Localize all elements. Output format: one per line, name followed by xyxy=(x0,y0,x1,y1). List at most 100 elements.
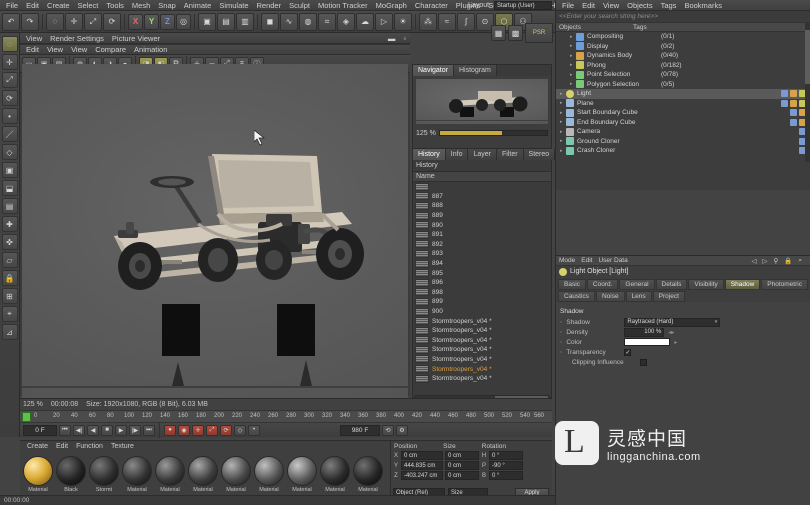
object-row-crash-cloner[interactable]: ▸ Crash Cloner xyxy=(556,146,810,156)
world-coordinate-icon[interactable]: ◎ xyxy=(176,13,191,30)
size-x-field[interactable]: 0 cm xyxy=(445,451,479,460)
play-button[interactable]: ▶ xyxy=(115,424,127,436)
tag-icon[interactable] xyxy=(790,90,797,98)
tab-navigator[interactable]: Navigator xyxy=(413,65,454,76)
render-region-icon[interactable]: ▤ xyxy=(217,12,235,31)
object-manager-scrollbar[interactable] xyxy=(805,22,810,162)
material-item[interactable]: Material xyxy=(254,456,284,493)
viewport-menu-picture-viewer[interactable]: Picture Viewer xyxy=(108,34,164,43)
current-frame-marker[interactable] xyxy=(22,412,31,422)
history-list[interactable]: 887 888 889 890 891 892 893 894 895 896 … xyxy=(413,182,551,394)
timeline-settings-button[interactable]: ⚙ xyxy=(396,424,408,436)
texture-mode-icon[interactable]: ▤ xyxy=(1,198,18,214)
history-row[interactable]: Stormtroopers_v04 * xyxy=(415,374,551,384)
menu-item[interactable]: Character xyxy=(411,0,452,11)
object-manager-list[interactable]: ▸ Compositing (0/1) ▸ Display (0/2) ▸ Dy… xyxy=(556,32,810,190)
navigator-thumbnail[interactable] xyxy=(416,79,548,124)
lock-x-axis-button[interactable]: X xyxy=(128,13,143,30)
material-item[interactable]: Material xyxy=(320,456,350,493)
live-select-icon[interactable]: ◌ xyxy=(46,12,64,31)
material-item[interactable]: Material xyxy=(155,456,185,493)
history-row[interactable]: 898 xyxy=(415,288,551,298)
viewport-menu-render-settings[interactable]: Render Settings xyxy=(46,34,108,43)
history-row[interactable]: Stormtroopers_v04 * xyxy=(415,336,551,346)
tab-noise[interactable]: Noise xyxy=(595,291,625,302)
axis-mode-icon[interactable]: ✚ xyxy=(1,216,18,232)
record-button[interactable]: ● xyxy=(164,424,176,436)
pv-menu-file[interactable]: Edit xyxy=(22,45,43,54)
rotation-p-field[interactable]: -90 ° xyxy=(489,461,523,470)
object-row[interactable]: ▸ Display (0/2) xyxy=(556,42,810,52)
history-row[interactable]: 892 xyxy=(415,240,551,250)
rotation-h-field[interactable]: 0 ° xyxy=(489,451,523,460)
om-menu-edit[interactable]: Edit xyxy=(578,1,599,10)
tab-info[interactable]: Info xyxy=(445,149,469,160)
attr-menu-user-data[interactable]: User Data xyxy=(598,257,627,264)
material-item[interactable]: Material xyxy=(221,456,251,493)
history-row-selected[interactable]: Stormtroopers_v04 * xyxy=(415,364,551,374)
size-y-field[interactable]: 0 cm xyxy=(445,461,479,470)
shadow-color-swatch[interactable] xyxy=(624,338,671,346)
material-menu-create[interactable]: Create xyxy=(23,443,52,450)
key-position-button[interactable]: ✛ xyxy=(192,424,204,436)
tab-filter[interactable]: Filter xyxy=(496,149,524,160)
material-preview[interactable] xyxy=(287,456,317,486)
viewport-menu-view[interactable]: View xyxy=(22,34,46,43)
attr-lock-icon[interactable]: 🔒 xyxy=(784,257,792,265)
material-preview[interactable] xyxy=(56,456,86,486)
tab-details[interactable]: Details xyxy=(655,279,688,290)
object-row-light[interactable]: ▸ Light xyxy=(556,89,810,99)
play-reverse-button[interactable]: ◀ xyxy=(87,424,99,436)
history-row[interactable]: Stormtroopers_v04 * xyxy=(415,355,551,365)
layout-select[interactable]: Startup (User) xyxy=(494,1,552,10)
material-item[interactable]: Material xyxy=(23,456,53,493)
object-row-plane[interactable]: ▸ Plane xyxy=(556,99,810,109)
material-preview[interactable] xyxy=(89,456,119,486)
tab-stereo[interactable]: Stereo xyxy=(523,149,556,160)
loop-button[interactable]: ⟲ xyxy=(382,424,394,436)
om-menu-objects[interactable]: Objects xyxy=(623,1,656,10)
mograph-icon[interactable]: ⁂ xyxy=(419,12,437,31)
environment-icon[interactable]: ☁ xyxy=(356,12,374,31)
lock-z-axis-button[interactable]: Z xyxy=(160,13,175,30)
tag-icon[interactable] xyxy=(790,118,797,126)
material-preview[interactable] xyxy=(320,456,350,486)
material-preview[interactable] xyxy=(353,456,383,486)
key-point-button[interactable]: • xyxy=(248,424,260,436)
stop-button[interactable]: ■ xyxy=(101,424,113,436)
menu-item[interactable]: File xyxy=(2,0,22,11)
material-preview[interactable] xyxy=(221,456,251,486)
om-menu-view[interactable]: View xyxy=(599,1,623,10)
render-canvas[interactable] xyxy=(22,64,408,424)
primitive-cube-icon[interactable]: ◼ xyxy=(261,12,279,31)
om-menu-tags[interactable]: Tags xyxy=(657,1,681,10)
tab-basic[interactable]: Basic xyxy=(558,279,586,290)
attr-search-icon[interactable]: ⌕ xyxy=(798,257,802,265)
go-to-start-button[interactable]: ⏮ xyxy=(59,424,71,436)
om-menu-file[interactable]: File xyxy=(558,1,578,10)
tab-photometric[interactable]: Photometric xyxy=(761,279,808,290)
history-row[interactable]: Stormtroopers_v04 * xyxy=(415,316,551,326)
position-x-field[interactable]: 0 cm xyxy=(401,451,443,460)
menu-item[interactable]: Select xyxy=(74,0,103,11)
end-frame-field[interactable]: 980 F xyxy=(340,424,380,436)
material-menu-edit[interactable]: Edit xyxy=(52,443,72,450)
object-row[interactable]: ▸ Phong (0/182) xyxy=(556,61,810,71)
clipping-influence-checkbox[interactable] xyxy=(640,358,647,366)
history-row[interactable]: 887 xyxy=(415,192,551,202)
transparency-checkbox[interactable] xyxy=(624,348,632,356)
attr-nav-back-icon[interactable]: ◁ xyxy=(752,257,757,265)
tab-project[interactable]: Project xyxy=(652,291,685,302)
minimize-icon[interactable]: ▬ xyxy=(384,34,400,43)
object-row[interactable]: ▸ Polygon Selection (0/5) xyxy=(556,80,810,90)
nurbs-icon[interactable]: ◍ xyxy=(299,12,317,31)
timeline-ruler[interactable]: 0 20 40 60 80 100 120 140 160 180 200 22… xyxy=(20,410,552,423)
tag-icon[interactable] xyxy=(781,99,788,107)
material-menu-texture[interactable]: Texture xyxy=(107,443,138,450)
autokey-button[interactable]: ◉ xyxy=(178,424,190,436)
layout-grid-icon[interactable]: ▩ xyxy=(508,25,523,41)
object-row-start-boundary-cube[interactable]: ▸ Start Boundary Cube xyxy=(556,108,810,118)
go-to-end-button[interactable]: ⏭ xyxy=(143,424,155,436)
maximize-icon[interactable]: ▫ xyxy=(399,34,410,43)
lock-y-axis-button[interactable]: Y xyxy=(144,13,159,30)
